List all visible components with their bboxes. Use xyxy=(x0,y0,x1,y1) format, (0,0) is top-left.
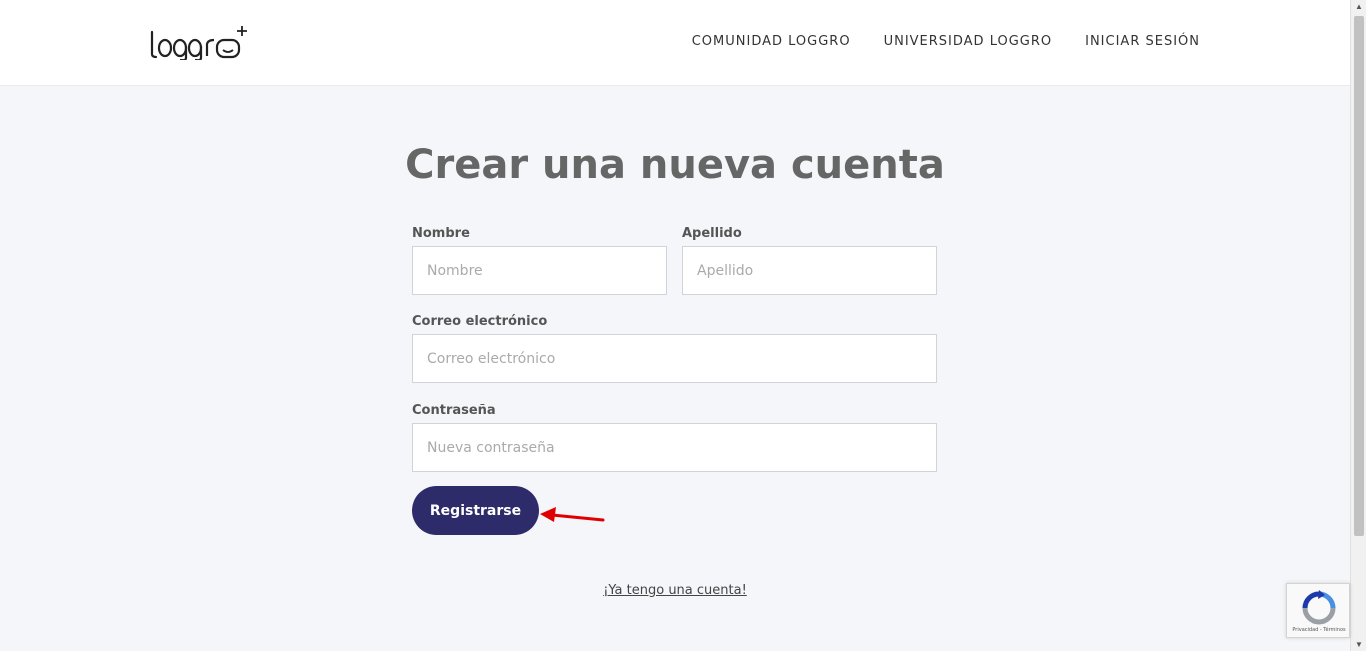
first-name-label: Nombre xyxy=(412,226,470,241)
annotation-arrow-icon xyxy=(540,507,605,522)
login-link-container: ¡Ya tengo una cuenta! xyxy=(0,581,1350,599)
scroll-down-icon[interactable]: ▼ xyxy=(1355,640,1363,649)
nav-link-iniciar-sesion[interactable]: INICIAR SESIÓN xyxy=(1085,34,1200,49)
register-button[interactable]: Registrarse xyxy=(412,486,539,535)
recaptcha-footer: Privacidad - Términos xyxy=(1292,627,1346,633)
loggro-logo[interactable] xyxy=(150,24,250,60)
scrollbar-thumb[interactable] xyxy=(1354,16,1364,536)
password-label: Contraseña xyxy=(412,403,496,418)
email-label: Correo electrónico xyxy=(412,314,548,329)
nav-link-universidad[interactable]: UNIVERSIDAD LOGGRO xyxy=(884,34,1053,49)
scroll-up-icon[interactable]: ▲ xyxy=(1355,2,1363,11)
main-nav: COMUNIDAD LOGGRO UNIVERSIDAD LOGGRO INIC… xyxy=(692,34,1200,49)
have-account-link[interactable]: ¡Ya tengo una cuenta! xyxy=(603,583,747,598)
page-scrollbar[interactable]: ▲ ▼ xyxy=(1350,0,1366,651)
page-title: Crear una nueva cuenta xyxy=(405,142,945,188)
site-header: COMUNIDAD LOGGRO UNIVERSIDAD LOGGRO INIC… xyxy=(0,0,1350,86)
recaptcha-icon xyxy=(1302,590,1336,625)
loggro-logo-icon xyxy=(150,26,247,60)
last-name-input[interactable] xyxy=(682,246,937,295)
password-input[interactable] xyxy=(412,423,937,472)
last-name-label: Apellido xyxy=(682,226,742,241)
email-input[interactable] xyxy=(412,334,937,383)
first-name-input[interactable] xyxy=(412,246,667,295)
nav-link-comunidad[interactable]: COMUNIDAD LOGGRO xyxy=(692,34,851,49)
recaptcha-badge[interactable]: Privacidad - Términos xyxy=(1286,583,1350,638)
